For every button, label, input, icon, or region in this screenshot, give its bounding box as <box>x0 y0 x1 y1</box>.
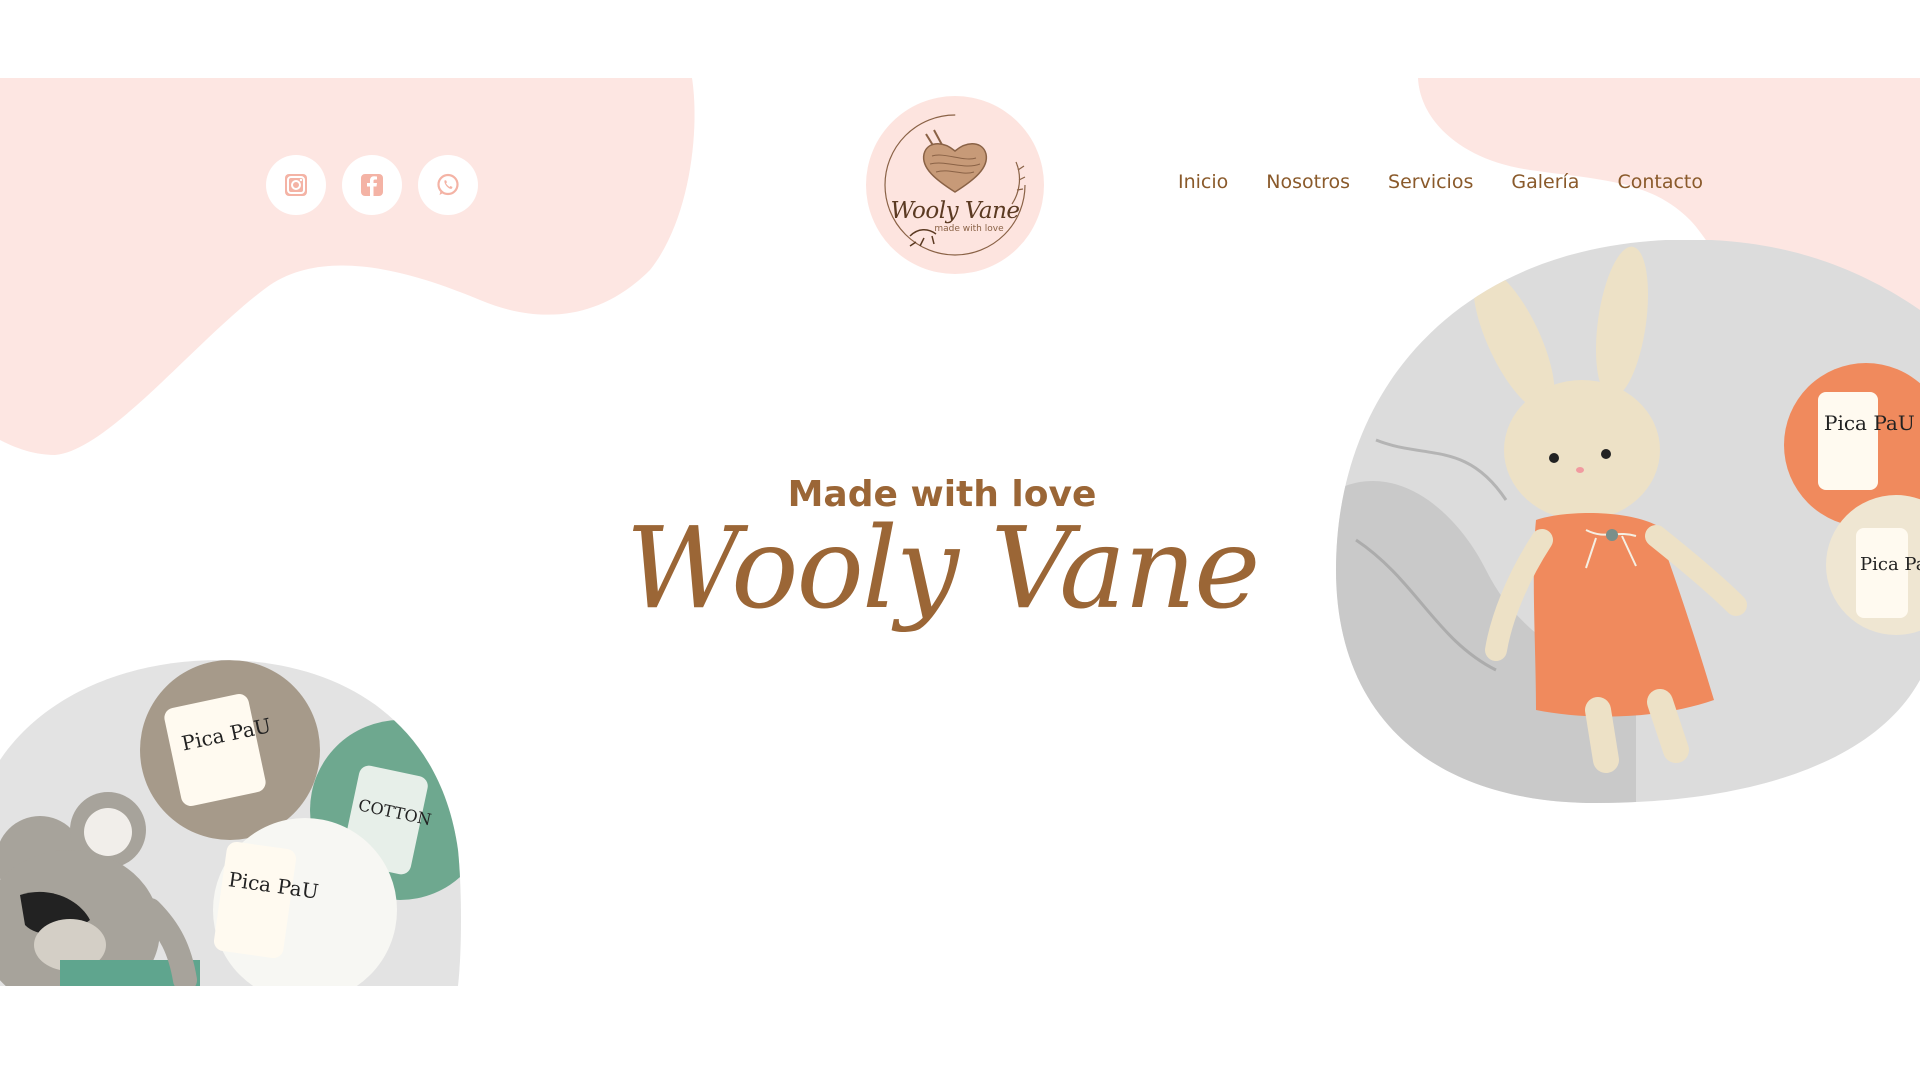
logo-name: Wooly Vane <box>890 198 1020 224</box>
hero-title: Wooly Vane <box>625 504 1261 634</box>
instagram-icon <box>285 174 307 196</box>
yarn-balls-photo: Pica PaU COTTON Pica PaU <box>0 660 461 986</box>
facebook-icon <box>361 174 383 196</box>
whatsapp-button[interactable] <box>418 155 478 215</box>
instagram-button[interactable] <box>266 155 326 215</box>
nav-item-inicio[interactable]: Inicio <box>1178 171 1228 193</box>
nav-item-contacto[interactable]: Contacto <box>1617 171 1703 193</box>
yarn-label-right-1: Pica PaU <box>1824 411 1915 435</box>
facebook-button[interactable] <box>342 155 402 215</box>
main-nav: Inicio Nosotros Servicios Galería Contac… <box>1178 171 1703 193</box>
logo-tagline: made with love <box>934 224 1004 234</box>
yarn-heart-logo-icon <box>884 114 1026 256</box>
whatsapp-icon <box>437 173 459 196</box>
nav-item-nosotros[interactable]: Nosotros <box>1266 171 1350 193</box>
nav-item-servicios[interactable]: Servicios <box>1388 171 1473 193</box>
logo[interactable]: Wooly Vane made with love <box>866 96 1044 274</box>
nav-item-galeria[interactable]: Galería <box>1511 171 1579 193</box>
